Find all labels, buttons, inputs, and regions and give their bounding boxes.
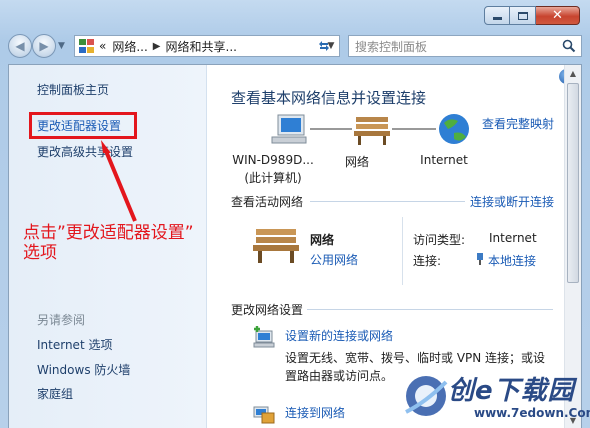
breadcrumb-network[interactable]: 网络... bbox=[112, 38, 147, 55]
network-bench-icon bbox=[354, 117, 390, 145]
forward-arrow-icon: ▶ bbox=[39, 39, 49, 53]
caption-buttons: ✕ bbox=[484, 6, 580, 25]
connections-label: 连接: bbox=[413, 254, 442, 268]
vertical-divider bbox=[402, 217, 403, 285]
internet-globe-icon bbox=[439, 114, 469, 144]
control-panel-icon bbox=[79, 39, 95, 53]
scrollbar-thumb[interactable] bbox=[567, 83, 579, 283]
site-watermark: 创e下载园 www.7edown.Com bbox=[402, 368, 590, 428]
watermark-title: 创e下载园 bbox=[448, 376, 575, 406]
back-button[interactable]: ◀ bbox=[8, 34, 32, 58]
new-connection-icon bbox=[253, 326, 275, 348]
homegroup-link[interactable]: 家庭组 bbox=[37, 385, 73, 402]
section-divider bbox=[310, 201, 465, 202]
watermark-logo-icon bbox=[405, 376, 448, 416]
watermark-url: www.7edown.Com bbox=[474, 406, 590, 420]
see-also-heading: 另请参阅 bbox=[37, 313, 86, 327]
maximize-icon bbox=[517, 11, 528, 20]
maximize-button[interactable] bbox=[510, 6, 536, 25]
local-connection-link[interactable]: 本地连接 bbox=[488, 252, 536, 269]
network-location-link[interactable]: 公用网络 bbox=[310, 251, 358, 268]
network-node-label[interactable]: 网络 bbox=[332, 153, 382, 170]
back-arrow-icon: ◀ bbox=[15, 39, 25, 53]
minimize-icon bbox=[492, 17, 502, 20]
navigation-bar: ◀ ▶ ▼ « 网络... ▶ 网络和共享... ▼ 搜索控制面板 bbox=[8, 32, 582, 60]
access-type-label: 访问类型: bbox=[413, 233, 466, 247]
connect-to-network-icon bbox=[253, 406, 275, 424]
search-icon[interactable] bbox=[562, 39, 576, 53]
active-network-bench-icon[interactable] bbox=[252, 225, 300, 265]
refresh-button[interactable] bbox=[312, 35, 336, 57]
active-network-name: 网络 bbox=[310, 233, 335, 247]
address-bar[interactable]: « 网络... ▶ 网络和共享... ▼ bbox=[74, 35, 340, 57]
close-icon: ✕ bbox=[552, 8, 563, 23]
computer-icon bbox=[271, 114, 307, 144]
connect-disconnect-link[interactable]: 连接或断开连接 bbox=[470, 193, 554, 210]
section-divider bbox=[307, 309, 553, 310]
breadcrumb-sharing-center[interactable]: 网络和共享... bbox=[166, 38, 237, 55]
setup-new-connection-link[interactable]: 设置新的连接或网络 bbox=[285, 327, 393, 344]
minimize-button[interactable] bbox=[484, 6, 510, 25]
search-input[interactable]: 搜索控制面板 bbox=[348, 35, 582, 57]
this-computer-note: (此计算机) bbox=[244, 171, 302, 185]
annotation-line-1: 点击”更改适配器设置” bbox=[23, 223, 194, 243]
this-computer-name[interactable]: WIN-D989D... bbox=[228, 153, 318, 167]
page-title: 查看基本网络信息并设置连接 bbox=[231, 89, 427, 107]
annotation-line-2: 选项 bbox=[23, 243, 57, 263]
annotation-text: 点击”更改适配器设置” 选项 bbox=[23, 223, 194, 263]
ethernet-icon bbox=[477, 253, 483, 265]
windows-firewall-link[interactable]: Windows 防火墙 bbox=[37, 361, 130, 378]
refresh-icon bbox=[319, 41, 329, 51]
internet-options-link[interactable]: Internet 选项 bbox=[37, 336, 112, 353]
change-settings-heading: 更改网络设置 bbox=[231, 303, 304, 317]
network-map bbox=[271, 114, 469, 145]
recent-pages-dropdown[interactable]: ▼ bbox=[58, 41, 65, 51]
forward-button[interactable]: ▶ bbox=[32, 34, 56, 58]
window-frame: ✕ ◀ ▶ ▼ « 网络... ▶ 网络和共享... ▼ 搜索控制面板 控制面板… bbox=[0, 0, 590, 428]
breadcrumb-separator-icon[interactable]: ▶ bbox=[153, 41, 161, 52]
breadcrumb-overflow[interactable]: « bbox=[99, 39, 106, 53]
connect-to-network-link[interactable]: 连接到网络 bbox=[285, 404, 345, 421]
scroll-up-icon[interactable]: ▲ bbox=[565, 65, 581, 81]
close-button[interactable]: ✕ bbox=[536, 6, 580, 25]
internet-node-label[interactable]: Internet bbox=[404, 153, 484, 167]
search-placeholder: 搜索控制面板 bbox=[355, 39, 428, 54]
access-type-value: Internet bbox=[489, 231, 537, 245]
active-networks-heading: 查看活动网络 bbox=[231, 195, 304, 209]
